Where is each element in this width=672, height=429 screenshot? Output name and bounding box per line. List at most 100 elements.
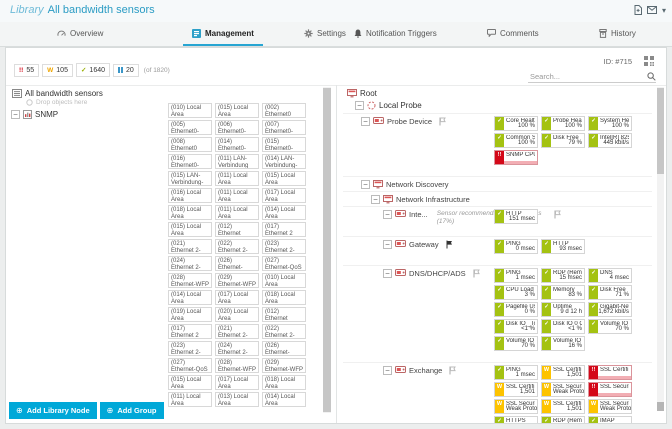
sensor-box[interactable]: ✓ HTTP 151 msec: [494, 209, 538, 224]
sensor-box[interactable]: ✓IMAP11 msec: [588, 416, 632, 423]
sensor-box[interactable]: ✓ PING 1 msec: [494, 268, 538, 283]
library-sensor-box[interactable]: (015) Local Area: [168, 222, 212, 237]
library-sensor-box[interactable]: (011) Local Area: [168, 392, 212, 407]
status-badge-warning[interactable]: W 105: [42, 63, 73, 77]
tree-expander[interactable]: −: [383, 240, 392, 249]
library-sensor-box[interactable]: (011) Local Area: [215, 171, 259, 186]
library-sensor-box[interactable]: (022) Ethernet 2-QoS Packet: [215, 239, 259, 254]
sensor-box[interactable]: ✓Common S...100 %: [494, 133, 538, 148]
library-sensor-box[interactable]: (005) Ethernet0-WFP Native: [168, 120, 212, 135]
library-sensor-box[interactable]: (024) Ethernet 2-WFP Native: [168, 256, 212, 271]
sensor-box[interactable]: WSSL Certifi...1,501: [541, 365, 585, 380]
sensor-box[interactable]: ✓ Memory 83 %: [541, 285, 585, 300]
sensor-box[interactable]: !!SNMP CPU...: [494, 150, 538, 165]
library-sensor-box[interactable]: (006) Ethernet0-QoS Packet: [215, 120, 259, 135]
tab-notification-triggers[interactable]: Notification Triggers: [345, 22, 446, 44]
library-sensor-box[interactable]: (013) Local Area: [215, 392, 259, 407]
library-sensor-box[interactable]: (029) Ethernet-WFP Native: [215, 273, 259, 288]
qr-code-icon[interactable]: [644, 56, 654, 66]
library-sensor-box[interactable]: (002) Ethernet0 Traffic: [262, 103, 306, 118]
library-sensor-box[interactable]: (018) Local Area: [262, 375, 306, 390]
library-sensor-box[interactable]: (014) Local Area: [168, 290, 212, 305]
device-scrollbar[interactable]: [657, 87, 664, 411]
library-sensor-box[interactable]: (017) Ethernet 2 Traffic: [262, 222, 306, 237]
library-sensor-box[interactable]: (012) Ethernet Traffic: [262, 307, 306, 322]
sensor-box[interactable]: ✓Pagefile Us...0 %: [494, 302, 538, 317]
tree-expander[interactable]: −: [371, 195, 380, 204]
sensor-box[interactable]: ✓ Core Health 100 %: [494, 116, 538, 131]
tab-history[interactable]: History: [590, 22, 645, 44]
library-sensor-box[interactable]: (011) Local Area: [215, 205, 259, 220]
library-sensor-box[interactable]: (017) Local Area: [215, 290, 259, 305]
library-sensor-box[interactable]: (015) Local Area: [168, 375, 212, 390]
status-badge-paused[interactable]: 20: [113, 63, 139, 77]
tree-expander[interactable]: −: [361, 180, 370, 189]
library-sensor-box[interactable]: (018) Local Area: [168, 205, 212, 220]
add-library-node-button[interactable]: ⊕ Add Library Node: [9, 402, 97, 419]
search-input[interactable]: [528, 71, 647, 82]
tree-expander[interactable]: −: [361, 117, 370, 126]
tree-expander[interactable]: −: [11, 110, 20, 119]
add-group-button[interactable]: ⊕ Add Group: [99, 402, 164, 419]
library-node-snmp[interactable]: − SNMP: [11, 110, 58, 119]
library-sensor-box[interactable]: (026) Ethernet-Network: [215, 256, 259, 271]
library-sensor-box[interactable]: (024) Ethernet 2-WFP Native: [215, 341, 259, 356]
library-sensor-box[interactable]: (011) LAN-Verbindung: [215, 154, 259, 169]
sensor-box[interactable]: ✓Volume IO ...70 %: [494, 336, 538, 351]
library-sensor-box[interactable]: (021) Ethernet 2-Network: [215, 324, 259, 339]
library-sensor-box[interactable]: (015) LAN-Verbindung-: [168, 171, 212, 186]
sensor-box[interactable]: ✓ PING 1 msec: [494, 365, 538, 380]
email-icon[interactable]: [646, 6, 657, 14]
sensor-box[interactable]: WSSL Certifi...1,501: [494, 382, 538, 397]
library-sensor-box[interactable]: (018) Local Area: [262, 290, 306, 305]
library-sensor-box[interactable]: (015) Local Area: [215, 103, 259, 118]
sensor-box[interactable]: ✓Probe Heal...100 %: [541, 116, 585, 131]
library-sensor-box[interactable]: (014) LAN-Verbindung-QoS: [262, 154, 306, 169]
sensor-box[interactable]: ✓Disk IO _To...<1 %: [494, 319, 538, 334]
sensor-box[interactable]: WSSL Certifi...1,501: [541, 399, 585, 414]
library-sensor-box[interactable]: (011) Local Area: [215, 188, 259, 203]
library-sensor-box[interactable]: (016) Local Area: [168, 188, 212, 203]
tree-expander[interactable]: −: [383, 269, 392, 278]
search-icon[interactable]: [647, 72, 656, 81]
sensor-box[interactable]: ✓Volume IO ...70 %: [588, 319, 632, 334]
drop-target[interactable]: Drop objects here: [26, 99, 87, 106]
root-group-node[interactable]: Root: [347, 89, 652, 98]
sensor-box[interactable]: WSSL Securi...Weak Proto...: [588, 399, 632, 414]
sensor-box[interactable]: ✓System He...100 %: [588, 116, 632, 131]
sensor-box[interactable]: ✓ PING 0 msec: [494, 239, 538, 254]
library-sensor-box[interactable]: (014) Local Area: [262, 392, 306, 407]
status-badge-ok[interactable]: ✓ 1640: [75, 63, 110, 77]
sensor-box[interactable]: ✓ Uptime 9 d 12 h: [541, 302, 585, 317]
local-probe-node[interactable]: − Local Probe: [355, 101, 652, 110]
device-scrollbar-thumb[interactable]: [657, 88, 664, 174]
sensor-box[interactable]: ✓ Disk Free 71 %: [588, 285, 632, 300]
header-menu-caret-icon[interactable]: ▾: [662, 6, 666, 15]
tree-expander[interactable]: −: [383, 210, 392, 219]
library-sensor-box[interactable]: (020) Local Area: [215, 307, 259, 322]
sensor-box[interactable]: ✓HTTPS94 msec: [494, 416, 538, 423]
tree-expander[interactable]: −: [355, 101, 364, 110]
sensor-box[interactable]: ✓Volume IO ...16 %: [541, 336, 585, 351]
library-sensor-box[interactable]: (028) Ethernet-WFP 802.3: [215, 358, 259, 373]
device-scrollbar-end[interactable]: [657, 402, 664, 411]
library-scrollbar[interactable]: [323, 87, 331, 413]
library-sensor-box[interactable]: (012) Ethernet Traffic: [215, 222, 259, 237]
flag-filled-icon[interactable]: [446, 240, 453, 249]
library-sensor-box[interactable]: (015) Local Area: [262, 171, 306, 186]
library-sensor-box[interactable]: (023) Ethernet 2-WFP 802.3: [168, 341, 212, 356]
flag-outline-icon[interactable]: [473, 269, 480, 278]
sensor-box[interactable]: ✓ Disk Free 79 %: [541, 133, 585, 148]
library-sensor-box[interactable]: (027) Ethernet-QoS Packet: [168, 358, 212, 373]
library-sensor-box[interactable]: (026) Ethernet-Network: [262, 341, 306, 356]
library-root-node[interactable]: All bandwidth sensors: [12, 89, 103, 98]
sensor-box[interactable]: ✓Gigabit-Net...1,672 kbit/s: [588, 302, 632, 317]
library-sensor-box[interactable]: (027) Ethernet-QoS Packet: [262, 256, 306, 271]
library-sensor-box[interactable]: (017) Ethernet 2 Traffic: [168, 324, 212, 339]
tree-node-network-infrastructure[interactable]: − Network Infrastructure: [371, 195, 652, 204]
tab-overview[interactable]: Overview: [48, 22, 112, 44]
library-sensor-box[interactable]: (028) Ethernet-WFP 802.3: [168, 273, 212, 288]
library-sensor-box[interactable]: (022) Ethernet 2-QoS Packet: [262, 324, 306, 339]
new-window-icon[interactable]: [634, 5, 642, 15]
sensor-box[interactable]: ✓Intel[R] 825...445 kbit/s: [588, 133, 632, 148]
